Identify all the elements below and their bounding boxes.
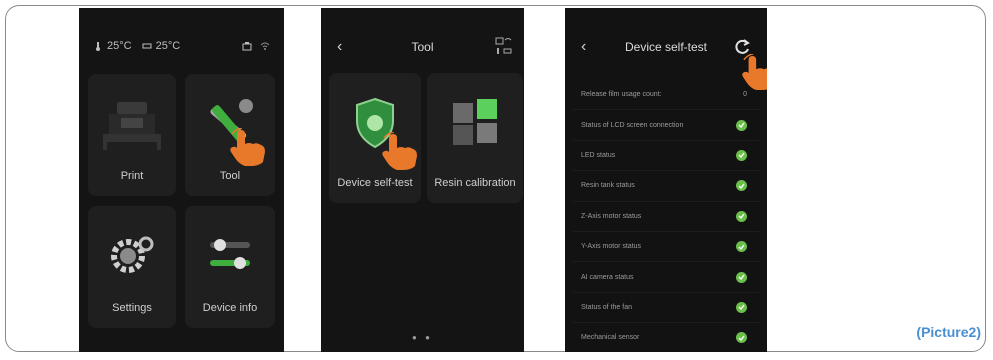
check-icon [736,119,747,131]
tile-print-label: Print [120,170,144,182]
device-info-icon [210,239,250,269]
printer-icon [103,102,161,150]
self-test-list: Release film usage count: 0 Status of LC… [573,80,759,352]
check-icon [736,210,747,222]
row-label: AI camera status [581,273,634,281]
tile-settings[interactable]: Settings [88,206,176,328]
list-item: Y-Axis motor status [573,232,759,263]
check-icon [736,149,747,161]
cubes-icon [453,99,497,145]
list-item: AI camera status [573,262,759,293]
row-label: LED status [581,151,616,159]
self-test-topbar: ‹ Device self-test [565,36,767,60]
picture-caption: (Picture2) [916,324,981,340]
row-label: Y-Axis motor status [581,243,642,251]
list-item: Release film usage count: 0 [573,80,759,111]
row-label: Release film usage count: [581,91,662,99]
list-item: Resin tank status [573,171,759,202]
tile-print[interactable]: Print [88,74,176,196]
tile-resin-calibration-label: Resin calibration [434,177,516,189]
tool-topbar: ‹ Tool [321,36,524,60]
list-item: Status of the fan [573,293,759,324]
tool-screen: ‹ Tool Device self-test Resin calibratio… [321,8,524,352]
tile-tool-label: Tool [219,170,241,182]
storage-icon [242,42,252,51]
row-label: Z-Axis motor status [581,212,642,220]
temperature-1: 25°C [107,40,132,52]
check-icon [736,332,747,344]
tile-settings-label: Settings [112,302,152,314]
check-icon [736,180,747,192]
gear-icon [111,236,154,273]
row-label: Status of LCD screen connection [581,121,684,129]
tank-temp-icon [142,43,152,49]
status-bar: 25°C 25°C [93,38,270,54]
row-label: Resin tank status [581,182,635,190]
list-item: Z-Axis motor status [573,202,759,232]
temperature-2: 25°C [155,40,181,52]
tile-device-info-label: Device info [202,302,258,314]
tile-device-self-test-label: Device self-test [337,177,413,189]
tap-hand-icon [230,128,265,166]
row-label: Mechanical sensor [581,334,640,342]
list-item: Status of LCD screen connection [573,110,759,141]
check-icon [736,301,747,313]
page-indicator[interactable]: ● ● [321,333,524,342]
self-test-screen: ‹ Device self-test Release film usage co… [565,8,767,352]
home-screen: 25°C 25°C Print Tool Settings Device inf… [79,8,284,352]
list-item: LED status [573,141,759,172]
wifi-icon [260,42,270,50]
check-icon [736,271,747,283]
status-icons [495,37,512,54]
tile-resin-calibration[interactable]: Resin calibration [427,73,523,203]
tile-device-info[interactable]: Device info [185,206,275,328]
tap-hand-icon [382,132,417,170]
usage-count: 0 [743,91,747,99]
thermometer-icon [96,42,100,51]
check-icon [736,241,747,253]
row-label: Status of the fan [581,303,632,311]
list-item: Mechanical sensor [573,323,759,352]
